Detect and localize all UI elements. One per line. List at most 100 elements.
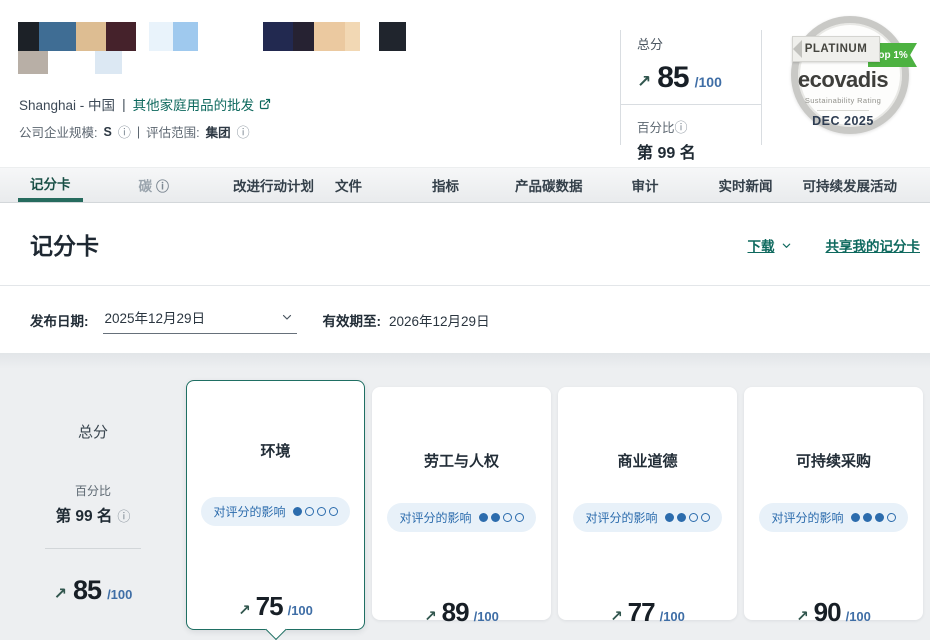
impact-dots (293, 507, 338, 516)
size-value: S (103, 125, 111, 139)
category-score: 77 (628, 597, 655, 628)
impact-badge: 对评分的影响 (759, 503, 907, 532)
tab-碳[interactable]: 碳ⓘ (139, 168, 170, 202)
total-score-value: 85 (657, 61, 688, 95)
tab-实时新闻[interactable]: 实时新闻 (719, 168, 773, 202)
overall-score: ↗ 85 /100 (0, 575, 186, 606)
size-label: 公司企业规模: (19, 122, 97, 141)
scales-icon (558, 413, 737, 443)
total-score-box: 总分 ↗ 85 /100 百分比ⓘ 第 99 名 (620, 30, 762, 145)
download-button[interactable]: 下载 (748, 235, 792, 255)
category-score: 75 (256, 591, 283, 622)
category-card-商业道德[interactable]: 商业道德 对评分的影响 ↗ 77 /100 (558, 387, 737, 620)
impact-dots (851, 513, 896, 522)
people-icon (372, 413, 551, 443)
logo-color-block (18, 51, 48, 74)
category-card-劳工与人权[interactable]: 劳工与人权 对评分的影响 ↗ 89 /100 (372, 387, 551, 620)
logo-color-block (314, 22, 345, 51)
chevron-down-icon (781, 240, 792, 251)
scorecard-header: 记分卡 下载 共享我的记分卡 (0, 203, 930, 286)
overall-label: 总分 (0, 421, 186, 442)
publish-date-label: 发布日期: (30, 310, 89, 330)
industry-link[interactable]: 其他家庭用品的批发 (133, 94, 272, 114)
overall-score-value: 85 (73, 575, 101, 606)
company-location: Shanghai - 中国 (19, 94, 115, 114)
company-location-line: Shanghai - 中国 | 其他家庭用品的批发 (19, 94, 271, 114)
trend-up-icon: ↗ (796, 607, 809, 625)
total-score-label: 总分 (637, 34, 761, 53)
trend-up-icon: ↗ (54, 584, 67, 604)
ecovadis-logo: ecovadis (786, 67, 900, 93)
impact-label: 对评分的影响 (213, 503, 285, 520)
logo-color-block (173, 22, 198, 51)
logo-color-block (39, 22, 76, 51)
scope-info-icon[interactable]: ⓘ (237, 122, 250, 141)
logo-color-block (76, 22, 106, 51)
impact-badge: 对评分的影响 (201, 497, 349, 526)
impact-dots (665, 513, 710, 522)
tab-文件[interactable]: 文件 (335, 168, 362, 202)
valid-until-value: 2026年12月29日 (389, 310, 490, 330)
date-row: 发布日期: 2025年12月29日 有效期至: 2026年12月29日 (0, 286, 930, 353)
impact-badge: 对评分的影响 (573, 503, 721, 532)
logo-color-block (18, 22, 39, 51)
category-card-可持续采购[interactable]: 可持续采购 对评分的影响 ↗ 90 /100 (744, 387, 923, 620)
tab-info-icon: ⓘ (156, 176, 169, 195)
impact-label: 对评分的影响 (399, 509, 471, 526)
percentile-rank: 第 99 名 (637, 139, 761, 163)
medal-date: DEC 2025 (786, 114, 900, 128)
size-info-icon[interactable]: ⓘ (118, 122, 131, 141)
logo-color-block (149, 22, 173, 51)
share-scorecard-button[interactable]: 共享我的记分卡 (826, 235, 921, 255)
category-score-denominator: /100 (288, 603, 313, 618)
logo-color-block (379, 22, 406, 51)
category-title: 劳工与人权 (372, 450, 551, 471)
medal-subtitle: Sustainability Rating (786, 96, 900, 105)
tab-可持续发展活动[interactable]: 可持续发展活动 (803, 168, 898, 202)
trend-up-icon: ↗ (238, 601, 251, 619)
category-card-环境[interactable]: 环境 对评分的影响 ↗ 75 /100 (186, 380, 365, 630)
tab-产品碳数据[interactable]: 产品碳数据 (515, 168, 583, 202)
page-header: Shanghai - 中国 | 其他家庭用品的批发 公司企业规模: S ⓘ | … (0, 0, 930, 167)
rank-info-icon[interactable]: ⓘ (117, 509, 130, 524)
category-score-denominator: /100 (846, 609, 871, 624)
category-score-denominator: /100 (660, 609, 685, 624)
scope-value: 集团 (206, 122, 231, 141)
impact-label: 对评分的影响 (771, 509, 843, 526)
overall-percentile-label: 百分比 (0, 482, 186, 499)
logo-color-block (106, 22, 136, 51)
impact-label: 对评分的影响 (585, 509, 657, 526)
logo-color-block (95, 51, 122, 74)
impact-badge: 对评分的影响 (387, 503, 535, 532)
category-score: 89 (442, 597, 469, 628)
medal-divider (817, 110, 869, 111)
score-gauge: ↗ 90 /100 (764, 546, 904, 626)
logo-color-block (263, 22, 293, 51)
valid-until-label: 有效期至: (323, 310, 382, 330)
category-cards-row: 环境 对评分的影响 ↗ 75 /100 劳工与人权 对评分的影响 ↗ 89 /1 (186, 353, 923, 630)
tab-审计[interactable]: 审计 (632, 168, 659, 202)
trend-up-icon: ↗ (424, 607, 437, 625)
overview-divider (45, 548, 141, 549)
tab-记分卡[interactable]: 记分卡 (18, 168, 83, 202)
overall-score-denominator: /100 (107, 587, 132, 602)
category-title: 商业道德 (558, 450, 737, 471)
score-gauge: ↗ 75 /100 (206, 540, 346, 620)
external-link-icon (259, 98, 271, 110)
page-title: 记分卡 (30, 227, 99, 261)
category-title: 可持续采购 (744, 450, 923, 471)
publish-date-select[interactable]: 2025年12月29日 (103, 305, 297, 334)
logo-color-block (293, 22, 314, 51)
tab-改进行动计划[interactable]: 改进行动计划 (233, 168, 314, 202)
tab-bar: 记分卡 碳ⓘ 改进行动计划文件 指标 产品碳数据 审计 实时新闻可持续发展活动 (0, 167, 930, 203)
category-title: 环境 (187, 440, 364, 461)
trend-up-icon: ↗ (637, 72, 651, 92)
scores-section: 总分 百分比 第 99 名ⓘ ↗ 85 /100 环境 对评分的影响 ↗ 75 … (0, 353, 930, 640)
medal-tier-ribbon: PLATINUM (792, 36, 880, 62)
tab-指标[interactable]: 指标 (432, 168, 459, 202)
logo-color-block (345, 22, 360, 51)
publish-date-value: 2025年12月29日 (105, 307, 206, 327)
link-icon (744, 413, 923, 443)
percentile-info-icon[interactable]: ⓘ (675, 120, 688, 135)
category-score-denominator: /100 (474, 609, 499, 624)
